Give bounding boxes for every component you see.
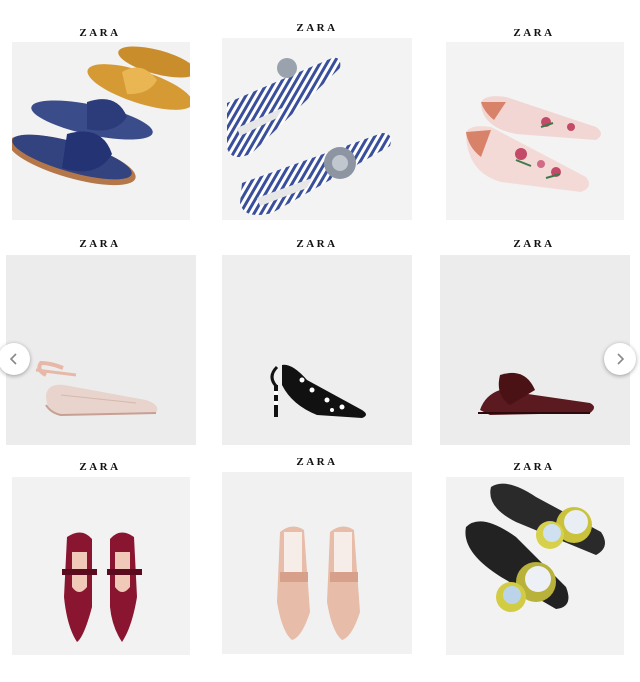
brand-label: ZARA: [296, 238, 338, 250]
brand-label: ZARA: [79, 238, 121, 250]
brand-label: ZARA: [513, 461, 555, 473]
product-tile-mary-jane-flats[interactable]: [12, 477, 190, 655]
satin-loafers-image: [222, 472, 412, 654]
product-tile-satin-slides[interactable]: [12, 42, 190, 220]
lace-flats-image: [6, 255, 196, 445]
brand-label: ZARA: [296, 456, 338, 468]
brand-label: ZARA: [513, 27, 555, 39]
brand-label: ZARA: [79, 27, 121, 39]
product-tile-polka-slingbacks[interactable]: [222, 255, 412, 445]
product-tile-floral-slides[interactable]: [446, 477, 624, 655]
embroidered-loafers-image: [446, 42, 624, 220]
carousel-next-button[interactable]: [604, 343, 636, 375]
chevron-left-icon: [9, 353, 17, 365]
brand-label: ZARA: [296, 22, 338, 34]
mary-jane-flats-image: [12, 477, 190, 655]
product-tile-embroidered-loafers[interactable]: [446, 42, 624, 220]
brand-label: ZARA: [79, 461, 121, 473]
burgundy-mules-image: [440, 255, 630, 445]
brand-label: ZARA: [513, 238, 555, 250]
polka-slingbacks-image: [222, 255, 412, 445]
striped-mules-image: [222, 38, 412, 220]
satin-slides-image: [12, 42, 190, 220]
product-tile-satin-loafers[interactable]: [222, 472, 412, 654]
product-tile-lace-flats[interactable]: [6, 255, 196, 445]
product-tile-striped-mules[interactable]: [222, 38, 412, 220]
chevron-right-icon: [617, 353, 625, 365]
product-tile-burgundy-mules[interactable]: [440, 255, 630, 445]
floral-slides-image: [446, 477, 624, 655]
